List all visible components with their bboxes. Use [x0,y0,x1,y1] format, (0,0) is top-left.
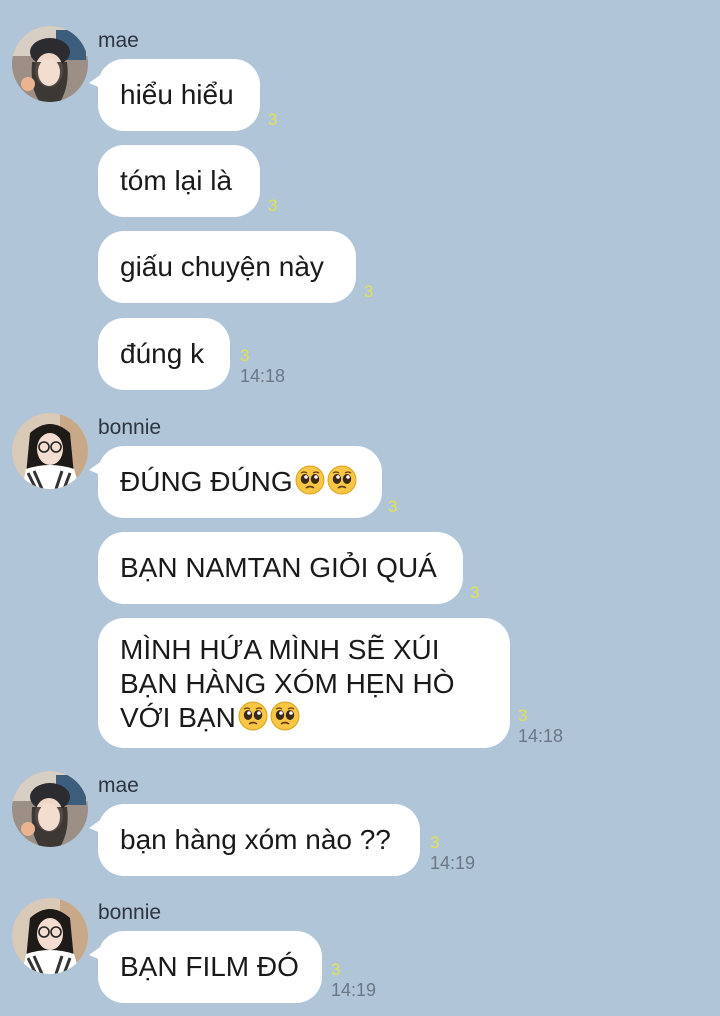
message-meta: 3 14:18 [518,706,563,746]
read-count: 3 [268,110,278,129]
message-meta: 3 14:19 [331,960,376,1000]
pleading-face-emoji [326,465,357,495]
message-bubble[interactable]: ĐÚNG ĐÚNG [89,446,382,518]
pleading-face-emoji [294,465,325,495]
read-count: 3 [331,960,341,979]
timestamp: 14:18 [518,726,564,746]
timestamp: 14:18 [240,366,286,386]
message-meta: 3 [364,282,373,302]
mae-avatar[interactable] [12,771,88,847]
message-text: tóm lại là [120,165,233,196]
sender-name: bonnie [98,416,162,439]
timestamp: 14:19 [331,980,377,1000]
read-count: 3 [388,497,398,516]
message-text: hiểu hiểu [120,79,234,110]
read-count: 3 [268,196,278,215]
mae-avatar[interactable] [12,26,88,102]
message-text-line: VỚI BẠN [120,702,236,733]
message-bubble[interactable]: bạn hàng xóm nào ?? [89,804,420,876]
message-bubble[interactable]: MÌNH HỨA MÌNH SẼ XÚI BẠN HÀNG XÓM HẸN HÒ… [98,618,510,748]
read-count: 3 [430,833,440,852]
bonnie-avatar[interactable] [12,413,88,489]
message-meta: 3 [470,583,479,603]
read-count: 3 [364,282,374,301]
message-text: bạn hàng xóm nào ?? [120,824,391,855]
sender-name: mae [98,29,139,52]
message-bubble[interactable]: BẠN FILM ĐÓ [89,931,322,1003]
message-meta: 3 [268,196,277,216]
message-text-line: BẠN HÀNG XÓM HẸN HÒ [120,668,455,699]
read-count: 3 [240,346,250,365]
pleading-face-emoji [270,701,300,731]
message-meta: 3 [388,497,397,517]
message-bubble[interactable]: đúng k [98,318,230,390]
timestamp: 14:19 [430,853,476,873]
sender-name: bonnie [98,901,162,924]
message-meta: 3 14:18 [240,346,285,386]
bonnie-avatar[interactable] [12,898,88,974]
message-text-line: MÌNH HỨA MÌNH SẼ XÚI [120,634,440,665]
message-bubble[interactable]: BẠN NAMTAN GIỎI QUÁ [98,532,463,604]
message-bubble[interactable]: giấu chuyện này [98,231,356,303]
message-meta: 3 [268,110,277,130]
read-count: 3 [470,583,480,602]
read-count: 3 [518,706,528,725]
sender-name: mae [98,774,139,797]
message-text: giấu chuyện này [120,251,324,282]
message-text: BẠN NAMTAN GIỎI QUÁ [120,552,437,583]
message-bubble[interactable]: tóm lại là [98,145,260,217]
message-bubble[interactable]: hiểu hiểu [89,59,260,131]
message-meta: 3 14:19 [430,833,475,873]
pleading-face-emoji [238,701,268,731]
message-text: BẠN FILM ĐÓ [120,951,299,982]
message-text: ĐÚNG ĐÚNG [120,466,293,497]
message-text: đúng k [120,338,205,369]
